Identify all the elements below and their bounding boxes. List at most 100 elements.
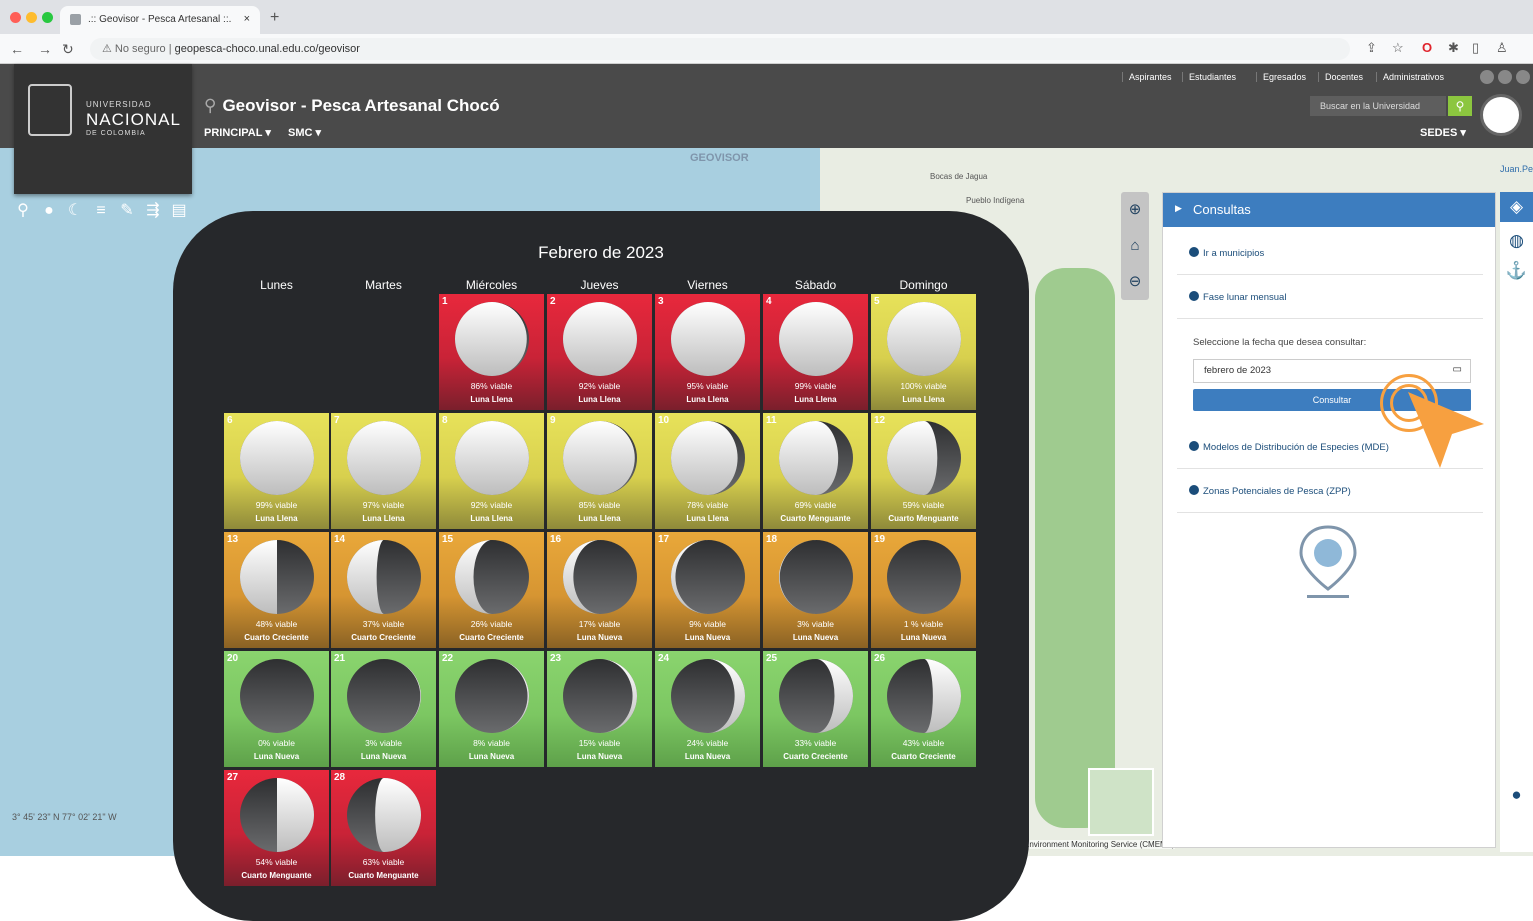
- globe-icon[interactable]: ◍: [1500, 226, 1533, 256]
- moon-phase-icon: [240, 540, 314, 614]
- calendar-day-cell[interactable]: 14 37% viable Cuarto Creciente: [331, 532, 436, 648]
- user-icon[interactable]: ●: [1500, 780, 1533, 810]
- zoom-in-icon[interactable]: ⊕: [1121, 192, 1149, 228]
- moon-phase-label: Luna Nueva: [576, 752, 623, 761]
- logo-line-1: UNIVERSIDAD: [86, 100, 152, 109]
- moon-phase-label: Luna Nueva: [900, 633, 947, 642]
- url-field[interactable]: ⚠ No seguro | geopesca-choco.unal.edu.co…: [90, 38, 1350, 60]
- profile-icon[interactable]: ♙: [1496, 40, 1508, 56]
- calendar-day-cell[interactable]: 25 33% viable Cuarto Creciente: [763, 651, 868, 767]
- calendar-day-cell[interactable]: 19 1 % viable Luna Nueva: [871, 532, 976, 648]
- day-number: 14: [334, 534, 346, 545]
- moon-phase-label: Cuarto Creciente: [244, 633, 309, 642]
- extensions-icon[interactable]: ✱: [1448, 40, 1459, 56]
- bookmark-star-icon[interactable]: ☆: [1392, 40, 1404, 56]
- forest-area: [1035, 268, 1115, 828]
- tab-title: .:: Geovisor - Pesca Artesanal ::.: [88, 14, 232, 25]
- viability-percent: 63% viable: [362, 857, 405, 867]
- new-tab-button[interactable]: +: [270, 9, 279, 27]
- calendar-day-cell[interactable]: 26 43% viable Cuarto Creciente: [871, 651, 976, 767]
- calendar-day-cell[interactable]: 28 63% viable Cuarto Menguante: [331, 770, 436, 886]
- month-date-input[interactable]: febrero de 2023 ▭: [1193, 359, 1471, 383]
- calendar-day-cell[interactable]: 23 15% viable Luna Nueva: [547, 651, 652, 767]
- viability-percent: 3% viable: [365, 738, 402, 748]
- right-tool-strip: [1500, 192, 1533, 852]
- calendar-day-cell[interactable]: 27 54% viable Cuarto Menguante: [224, 770, 329, 886]
- calendar-day-cell[interactable]: 16 17% viable Luna Nueva: [547, 532, 652, 648]
- calendar-day-cell[interactable]: 20 0% viable Luna Nueva: [224, 651, 329, 767]
- moon-phase-icon: [671, 540, 745, 614]
- menu-principal[interactable]: PRINCIPAL ▾: [204, 126, 271, 139]
- moon-phase-label: Luna Llena: [470, 395, 513, 404]
- pin-tool-icon[interactable]: ⚲: [10, 200, 36, 220]
- anchor-icon[interactable]: ⚓: [1500, 256, 1533, 286]
- twitter-icon[interactable]: [1498, 70, 1512, 84]
- layers-tool-icon[interactable]: ≡: [88, 202, 114, 220]
- menu-sedes[interactable]: SEDES ▾: [1420, 126, 1466, 139]
- layers-icon[interactable]: ◈: [1500, 192, 1533, 222]
- panel-header[interactable]: ▶ Consultas: [1163, 193, 1495, 227]
- calendar-day-cell[interactable]: 21 3% viable Luna Nueva: [331, 651, 436, 767]
- weekday-header: Viernes: [687, 278, 728, 292]
- calendar-day-cell[interactable]: 11 69% viable Cuarto Menguante: [763, 413, 868, 529]
- calendar-day-cell[interactable]: 1 86% viable Luna Llena: [439, 294, 544, 410]
- youtube-icon[interactable]: [1516, 70, 1530, 84]
- maximize-window-dot[interactable]: [42, 12, 53, 23]
- share-icon[interactable]: ⇪: [1366, 40, 1377, 56]
- compass-tool-icon[interactable]: ●: [36, 202, 62, 220]
- link-docentes[interactable]: Docentes: [1318, 72, 1363, 82]
- menu-smc[interactable]: SMC ▾: [288, 126, 321, 139]
- close-window-dot[interactable]: [10, 12, 21, 23]
- chart-tool-icon[interactable]: ▤: [166, 200, 192, 220]
- browser-tab[interactable]: .:: Geovisor - Pesca Artesanal ::. ×: [60, 6, 260, 34]
- viability-percent: 59% viable: [902, 500, 945, 510]
- calendar-day-cell[interactable]: 7 97% viable Luna Llena: [331, 413, 436, 529]
- calendar-day-cell[interactable]: 15 26% viable Cuarto Creciente: [439, 532, 544, 648]
- viability-percent: 78% viable: [686, 500, 729, 510]
- sidebar-icon[interactable]: ▯: [1472, 40, 1479, 56]
- wind-tool-icon[interactable]: ⇶: [140, 200, 166, 220]
- calendar-day-cell[interactable]: 2 92% viable Luna Llena: [547, 294, 652, 410]
- back-icon[interactable]: ←: [10, 41, 24, 57]
- accordion-item-municipios[interactable]: Ir a municipios: [1177, 231, 1483, 275]
- home-icon[interactable]: ⌂: [1121, 228, 1149, 264]
- facebook-icon[interactable]: [1480, 70, 1494, 84]
- university-logo[interactable]: UNIVERSIDAD NACIONAL DE COLOMBIA: [14, 64, 192, 194]
- university-search-input[interactable]: Buscar en la Universidad: [1310, 96, 1446, 116]
- calendar-day-cell[interactable]: 6 99% viable Luna Llena: [224, 413, 329, 529]
- measure-tool-icon[interactable]: ✎: [114, 200, 140, 220]
- address-bar: ← → ↻ ⚠ No seguro | geopesca-choco.unal.…: [0, 34, 1533, 64]
- opera-icon[interactable]: O: [1422, 40, 1432, 55]
- calendar-day-cell[interactable]: 13 48% viable Cuarto Creciente: [224, 532, 329, 648]
- viability-percent: 9% viable: [689, 619, 726, 629]
- calendar-day-cell[interactable]: 5 100% viable Luna Llena: [871, 294, 976, 410]
- overview-minimap[interactable]: [1088, 768, 1154, 836]
- day-number: 18: [766, 534, 778, 545]
- calendar-day-cell[interactable]: 10 78% viable Luna Llena: [655, 413, 760, 529]
- calendar-day-cell[interactable]: 3 95% viable Luna Llena: [655, 294, 760, 410]
- calendar-day-cell[interactable]: 9 85% viable Luna Llena: [547, 413, 652, 529]
- link-egresados[interactable]: Egresados: [1256, 72, 1306, 82]
- day-number: 19: [874, 534, 886, 545]
- link-administrativos[interactable]: Administrativos: [1376, 72, 1444, 82]
- user-name-link[interactable]: Juan.Perez: [1500, 164, 1533, 174]
- calendar-day-cell[interactable]: 17 9% viable Luna Nueva: [655, 532, 760, 648]
- calendar-day-cell[interactable]: 24 24% viable Luna Nueva: [655, 651, 760, 767]
- reload-icon[interactable]: ↻: [62, 41, 74, 58]
- moon-tool-icon[interactable]: ☾: [62, 200, 88, 220]
- calendar-day-cell[interactable]: 12 59% viable Cuarto Menguante: [871, 413, 976, 529]
- zoom-out-icon[interactable]: ⊖: [1121, 264, 1149, 300]
- calendar-day-cell[interactable]: 4 99% viable Luna Llena: [763, 294, 868, 410]
- forward-icon[interactable]: →: [38, 41, 52, 57]
- calendar-day-cell[interactable]: 22 8% viable Luna Nueva: [439, 651, 544, 767]
- accordion-item-fase-lunar[interactable]: Fase lunar mensual: [1177, 275, 1483, 319]
- calendar-icon[interactable]: ▭: [1453, 364, 1462, 375]
- link-aspirantes[interactable]: Aspirantes: [1122, 72, 1172, 82]
- minimize-window-dot[interactable]: [26, 12, 37, 23]
- calendar-day-cell[interactable]: 8 92% viable Luna Llena: [439, 413, 544, 529]
- link-estudiantes[interactable]: Estudiantes: [1182, 72, 1236, 82]
- calendar-day-cell[interactable]: 18 3% viable Luna Nueva: [763, 532, 868, 648]
- search-icon[interactable]: ⚲: [1448, 96, 1472, 116]
- day-number: 11: [766, 415, 777, 426]
- tab-close-icon[interactable]: ×: [244, 13, 250, 25]
